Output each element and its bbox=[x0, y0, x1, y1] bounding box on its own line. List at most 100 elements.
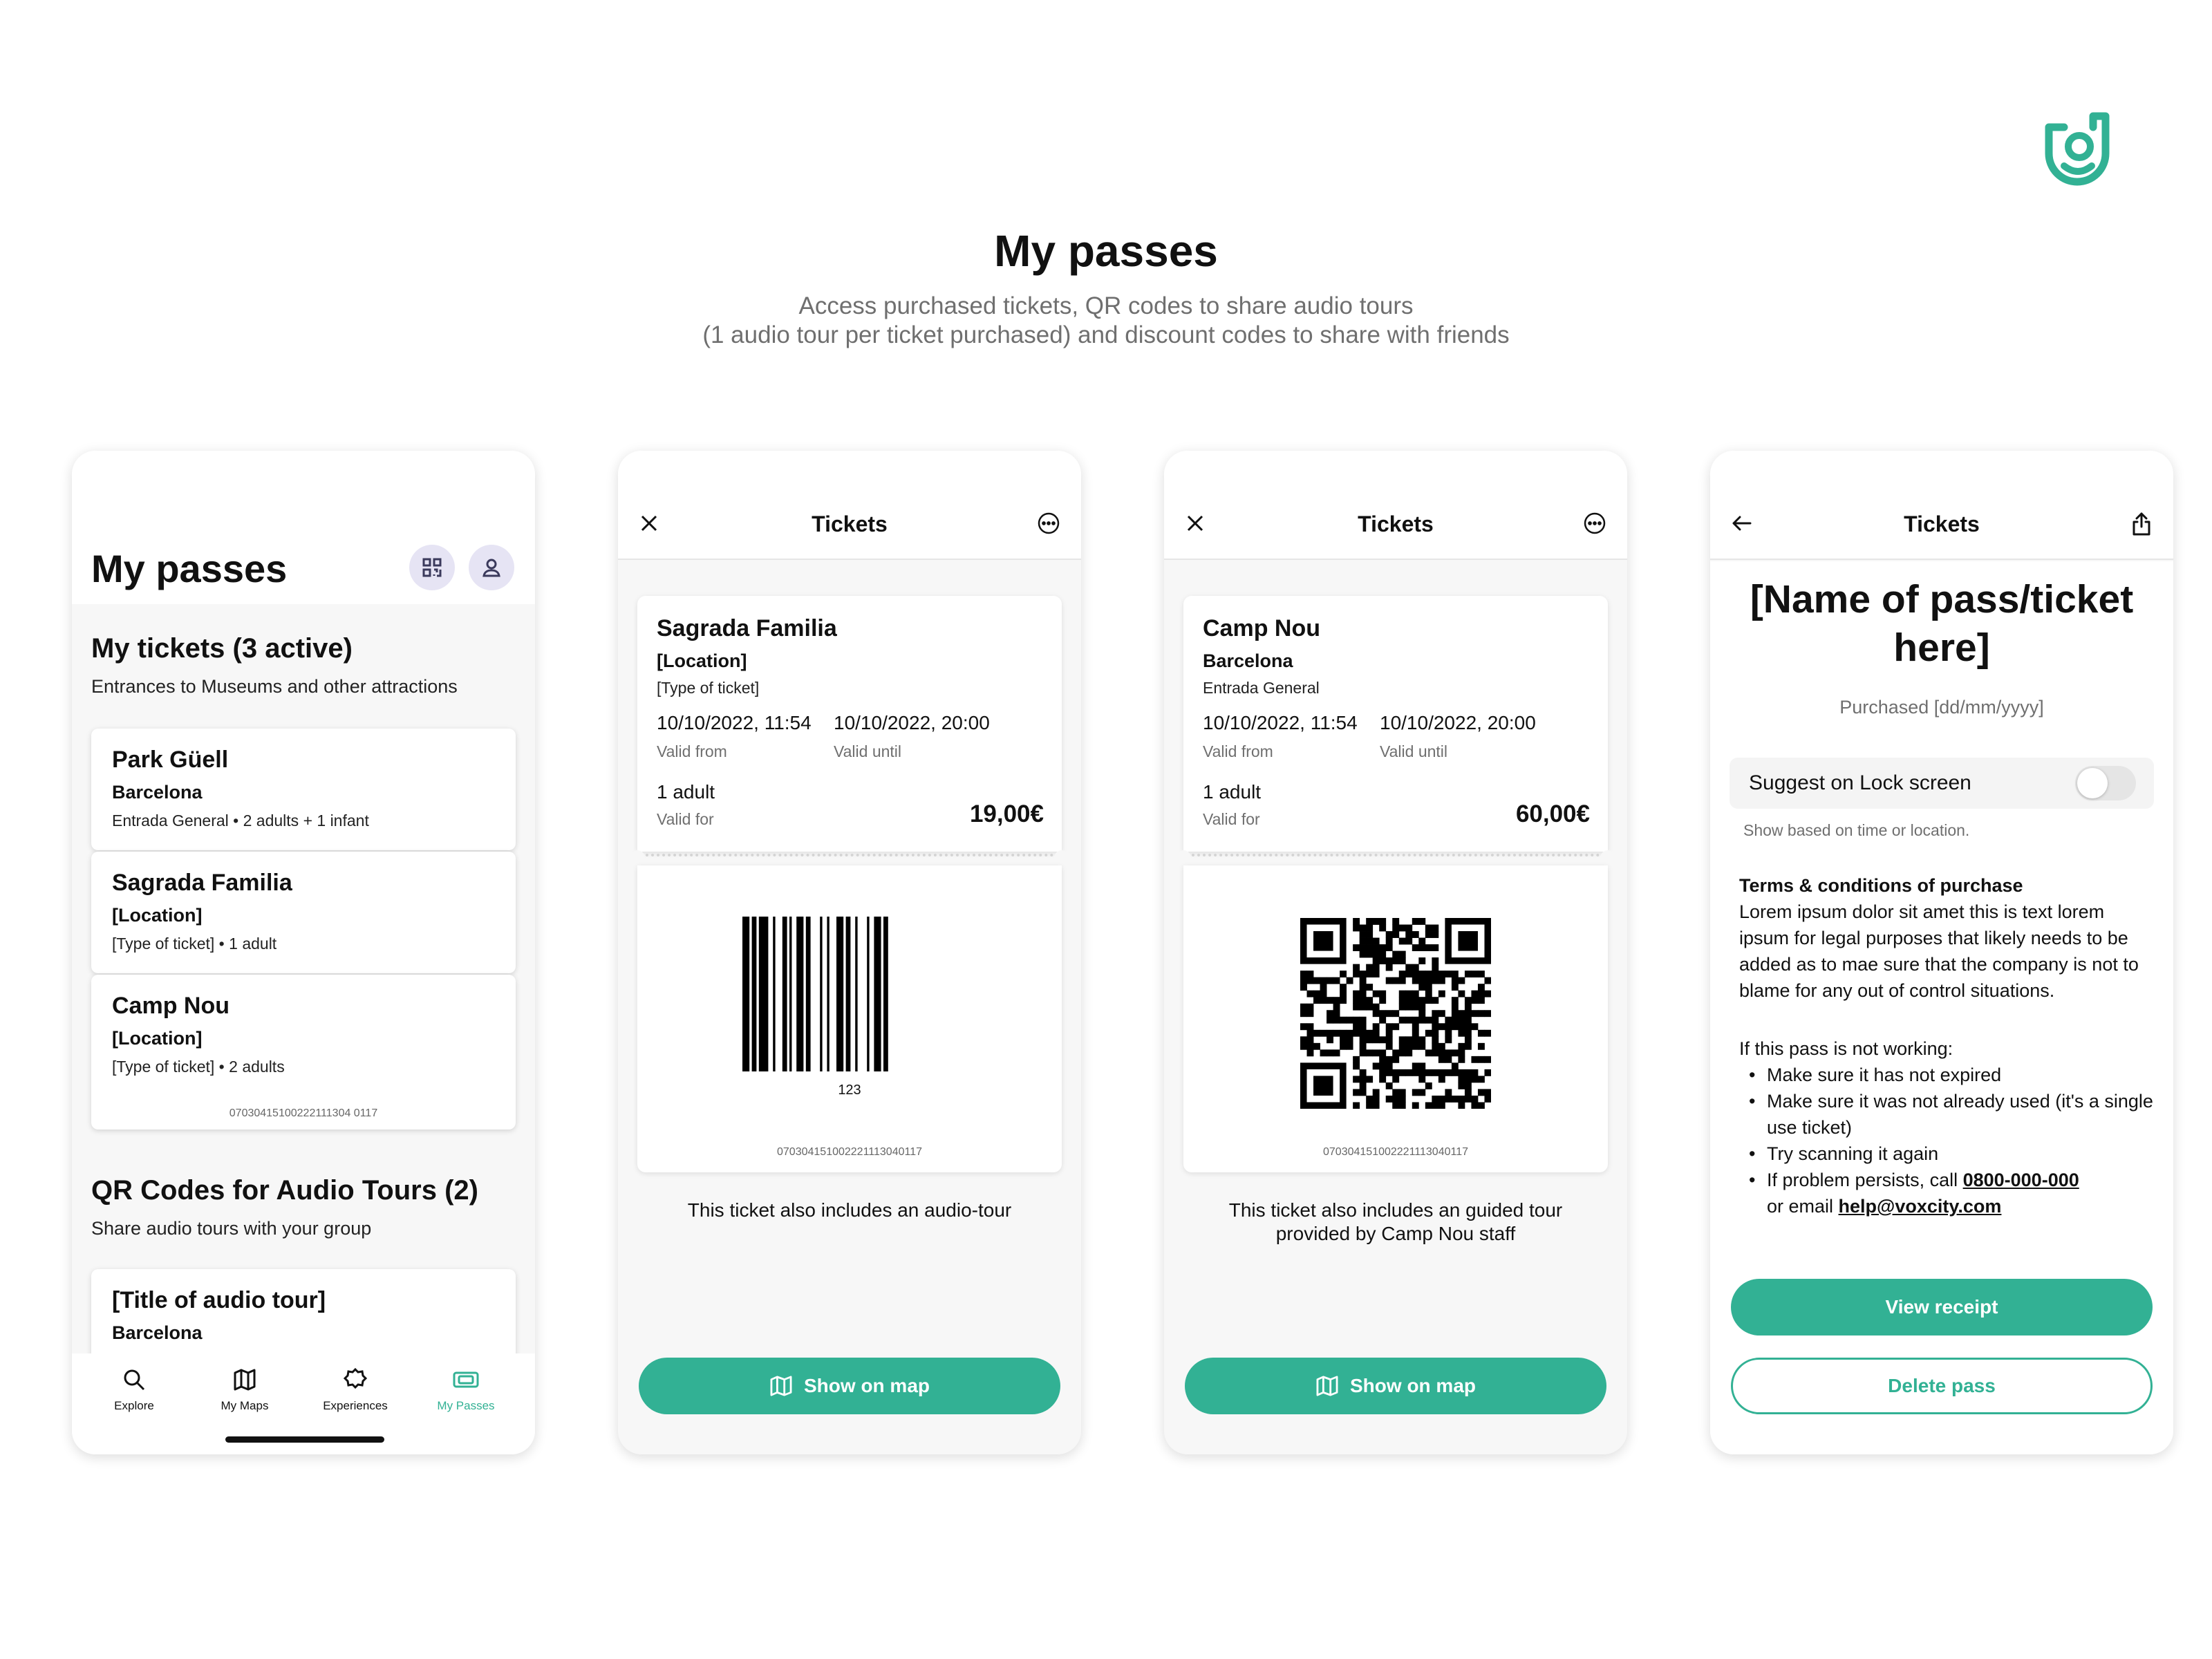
nav-title: Tickets bbox=[1358, 512, 1434, 536]
qr-module bbox=[1300, 971, 1307, 978]
qr-module bbox=[1464, 1023, 1472, 1031]
qr-module bbox=[1458, 1095, 1465, 1103]
qr-module bbox=[1359, 1089, 1367, 1096]
qr-module bbox=[1346, 977, 1353, 984]
ticket-price: 19,00€ bbox=[969, 800, 1044, 827]
qr-module bbox=[1366, 1029, 1374, 1037]
qr-module bbox=[1327, 977, 1333, 984]
screen-ticket-qr: Tickets Camp Nou Barcelona Entrada Gener… bbox=[1164, 451, 1627, 1454]
qr-module bbox=[1385, 944, 1393, 951]
qr-module bbox=[1438, 1042, 1445, 1050]
qr-module bbox=[1300, 1010, 1307, 1018]
user-icon bbox=[482, 559, 500, 577]
qr-module bbox=[1471, 1076, 1479, 1083]
tab-explore[interactable]: Explore bbox=[93, 1367, 176, 1413]
profile-button[interactable] bbox=[469, 545, 514, 590]
qr-module bbox=[1353, 964, 1360, 971]
qr-module bbox=[1451, 1003, 1459, 1011]
show-on-map-button[interactable]: Show on map bbox=[639, 1358, 1060, 1414]
qr-module bbox=[1398, 1069, 1406, 1076]
qr-module bbox=[1392, 977, 1400, 984]
qr-module bbox=[1432, 957, 1439, 965]
ticket-meta: [Type of ticket] • 1 adult bbox=[112, 935, 277, 953]
qr-module bbox=[1432, 964, 1439, 971]
qr-module bbox=[1320, 1049, 1327, 1057]
view-receipt-button[interactable]: View receipt bbox=[1731, 1279, 2153, 1335]
ticket-details: Camp Nou Barcelona Entrada General 10/10… bbox=[1183, 596, 1608, 852]
voxcity-logo-icon bbox=[2045, 112, 2110, 186]
ticket-card-park-guell[interactable]: Park Güell Barcelona Entrada General • 2… bbox=[91, 729, 516, 850]
qr-module bbox=[1451, 1049, 1459, 1057]
qr-module bbox=[1359, 1049, 1367, 1057]
qr-module bbox=[1359, 1036, 1367, 1044]
help-phone-link[interactable]: 0800-000-000 bbox=[1963, 1170, 2079, 1190]
qr-module bbox=[1327, 1029, 1333, 1037]
qr-module bbox=[1432, 977, 1439, 984]
qr-module bbox=[1412, 1042, 1419, 1050]
qr-module bbox=[1379, 1036, 1387, 1044]
qr-module bbox=[1372, 944, 1380, 951]
lock-screen-toggle[interactable] bbox=[2075, 766, 2136, 800]
qr-module bbox=[1412, 931, 1419, 938]
qr-module bbox=[1418, 1062, 1426, 1070]
qr-module bbox=[1451, 977, 1459, 984]
valid-from-value: 10/10/2022, 11:54 bbox=[1203, 712, 1358, 733]
nav-title: Tickets bbox=[1904, 512, 1980, 536]
tab-experiences[interactable]: Experiences bbox=[314, 1367, 397, 1413]
qr-module bbox=[1438, 990, 1445, 997]
qr-module bbox=[1418, 1016, 1426, 1024]
qr-module bbox=[1412, 944, 1419, 951]
ticket-location: Barcelona bbox=[1203, 650, 1293, 671]
qr-module bbox=[1412, 1089, 1419, 1096]
ticket-card-sagrada-familia[interactable]: Sagrada Familia [Location] [Type of tick… bbox=[91, 852, 516, 973]
qr-module bbox=[1359, 971, 1367, 978]
qr-module bbox=[1385, 1082, 1393, 1089]
qr-module bbox=[1385, 964, 1393, 971]
qr-module bbox=[1477, 1076, 1485, 1083]
qr-module bbox=[1432, 931, 1439, 938]
qr-module bbox=[1477, 1029, 1485, 1037]
show-on-map-button[interactable]: Show on map bbox=[1185, 1358, 1606, 1414]
qr-module bbox=[1327, 1010, 1333, 1018]
lock-screen-setting: Suggest on Lock screen bbox=[1730, 758, 2154, 809]
qr-module bbox=[1484, 1029, 1491, 1037]
qr-module bbox=[1451, 1069, 1459, 1076]
qr-module bbox=[1306, 1042, 1314, 1050]
delete-pass-button[interactable]: Delete pass bbox=[1731, 1358, 2153, 1414]
qr-module bbox=[1398, 1102, 1406, 1109]
qr-module bbox=[1372, 1102, 1380, 1109]
qr-module bbox=[1484, 977, 1491, 984]
tab-my-passes[interactable]: My Passes bbox=[424, 1367, 507, 1413]
qr-scan-button[interactable] bbox=[409, 545, 455, 590]
qr-module bbox=[1432, 1036, 1439, 1044]
page-subtitle: Access purchased tickets, QR codes to sh… bbox=[0, 292, 2212, 350]
qr-module bbox=[1392, 1049, 1400, 1057]
qr-module bbox=[1372, 971, 1380, 978]
qr-module bbox=[1359, 937, 1367, 945]
qr-module bbox=[1359, 1069, 1367, 1076]
qr-module bbox=[1432, 1095, 1439, 1103]
nav-bar: Tickets bbox=[618, 451, 1081, 560]
more-button[interactable] bbox=[1037, 512, 1060, 538]
qr-module bbox=[1464, 1042, 1472, 1050]
help-email-link[interactable]: help@voxcity.com bbox=[1839, 1196, 2002, 1217]
qr-section-subtitle: Share audio tours with your group bbox=[91, 1218, 372, 1239]
qr-module bbox=[1398, 1042, 1406, 1050]
qr-module bbox=[1432, 1102, 1439, 1109]
qr-module bbox=[1392, 1102, 1400, 1109]
valid-until-label: Valid until bbox=[1380, 742, 1448, 760]
qr-module bbox=[1451, 997, 1459, 1004]
qr-module bbox=[1445, 1095, 1452, 1103]
qr-module bbox=[1418, 957, 1426, 965]
qr-module bbox=[1405, 964, 1413, 971]
qr-module bbox=[1458, 1082, 1465, 1089]
share-icon bbox=[2133, 512, 2150, 536]
qr-module bbox=[1353, 1016, 1360, 1024]
tab-my-maps[interactable]: My Maps bbox=[203, 1367, 286, 1413]
qr-module bbox=[1379, 997, 1387, 1004]
share-button[interactable] bbox=[2130, 512, 2153, 540]
ticket-card-camp-nou[interactable]: Camp Nou [Location] [Type of ticket] • 2… bbox=[91, 975, 516, 1130]
qr-module bbox=[1438, 1102, 1445, 1109]
qr-module bbox=[1405, 1049, 1413, 1057]
more-button[interactable] bbox=[1583, 512, 1606, 538]
